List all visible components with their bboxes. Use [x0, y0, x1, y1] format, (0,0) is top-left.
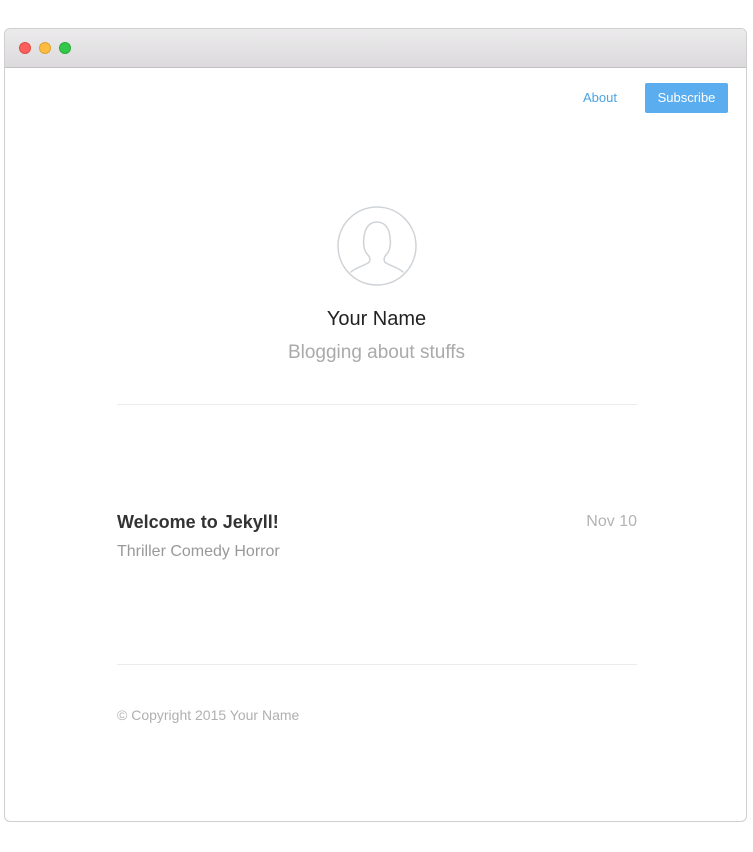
user-silhouette-icon — [337, 206, 417, 286]
window-close-button[interactable] — [19, 42, 31, 54]
post-date: Nov 10 — [586, 513, 637, 530]
browser-window: About Subscribe Your Name Blogging about… — [4, 28, 747, 822]
header-divider — [117, 404, 637, 405]
post-tags: Thriller Comedy Horror — [117, 543, 280, 560]
page-content: About Subscribe Your Name Blogging about… — [5, 68, 746, 821]
subscribe-button[interactable]: Subscribe — [645, 83, 728, 113]
post-title-link[interactable]: Welcome to Jekyll! — [117, 511, 279, 533]
window-minimize-button[interactable] — [39, 42, 51, 54]
post-list-item: Welcome to Jekyll! Nov 10 Thriller Comed… — [117, 511, 637, 571]
blog-tagline: Blogging about stuffs — [287, 342, 466, 363]
footer-copyright: © Copyright 2015 Your Name — [117, 707, 300, 723]
nav-about-link[interactable]: About — [583, 90, 617, 106]
author-name: Your Name — [326, 308, 427, 330]
window-maximize-button[interactable] — [59, 42, 71, 54]
window-titlebar — [5, 29, 746, 68]
footer-divider — [117, 664, 637, 665]
